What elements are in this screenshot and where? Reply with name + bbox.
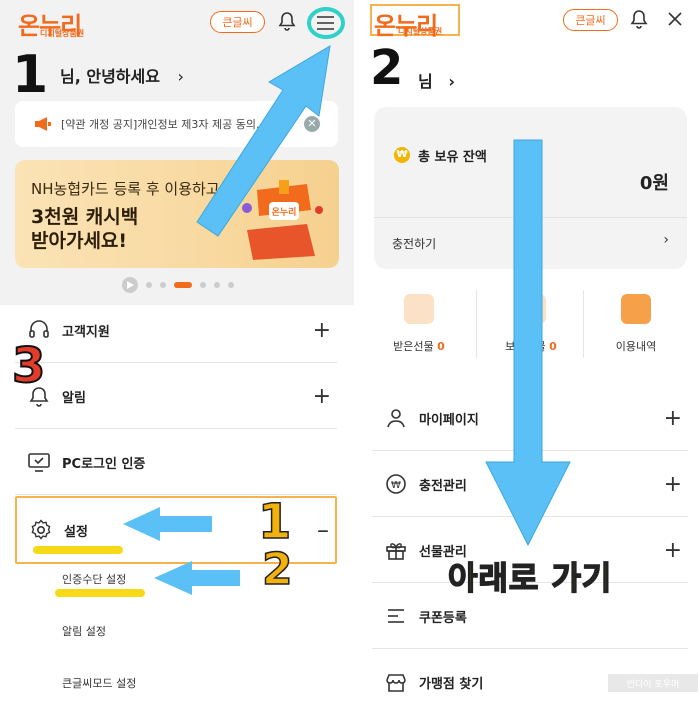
right-screen: 온누리 디지털상품권 큰글씨 님 › ₩ 총 보유 잔액 0원 충전하기 › 받…: [362, 0, 700, 706]
left-screen: 온누리 디지털상품권 큰글씨 님, 안녕하세요 › [약관 개정 공지]개인정보…: [0, 0, 354, 706]
annotation-scroll-down-text: 아래로 가기: [447, 558, 613, 598]
annotation-arrows: [123, 45, 331, 595]
annotation-arrow-down: [485, 139, 571, 547]
